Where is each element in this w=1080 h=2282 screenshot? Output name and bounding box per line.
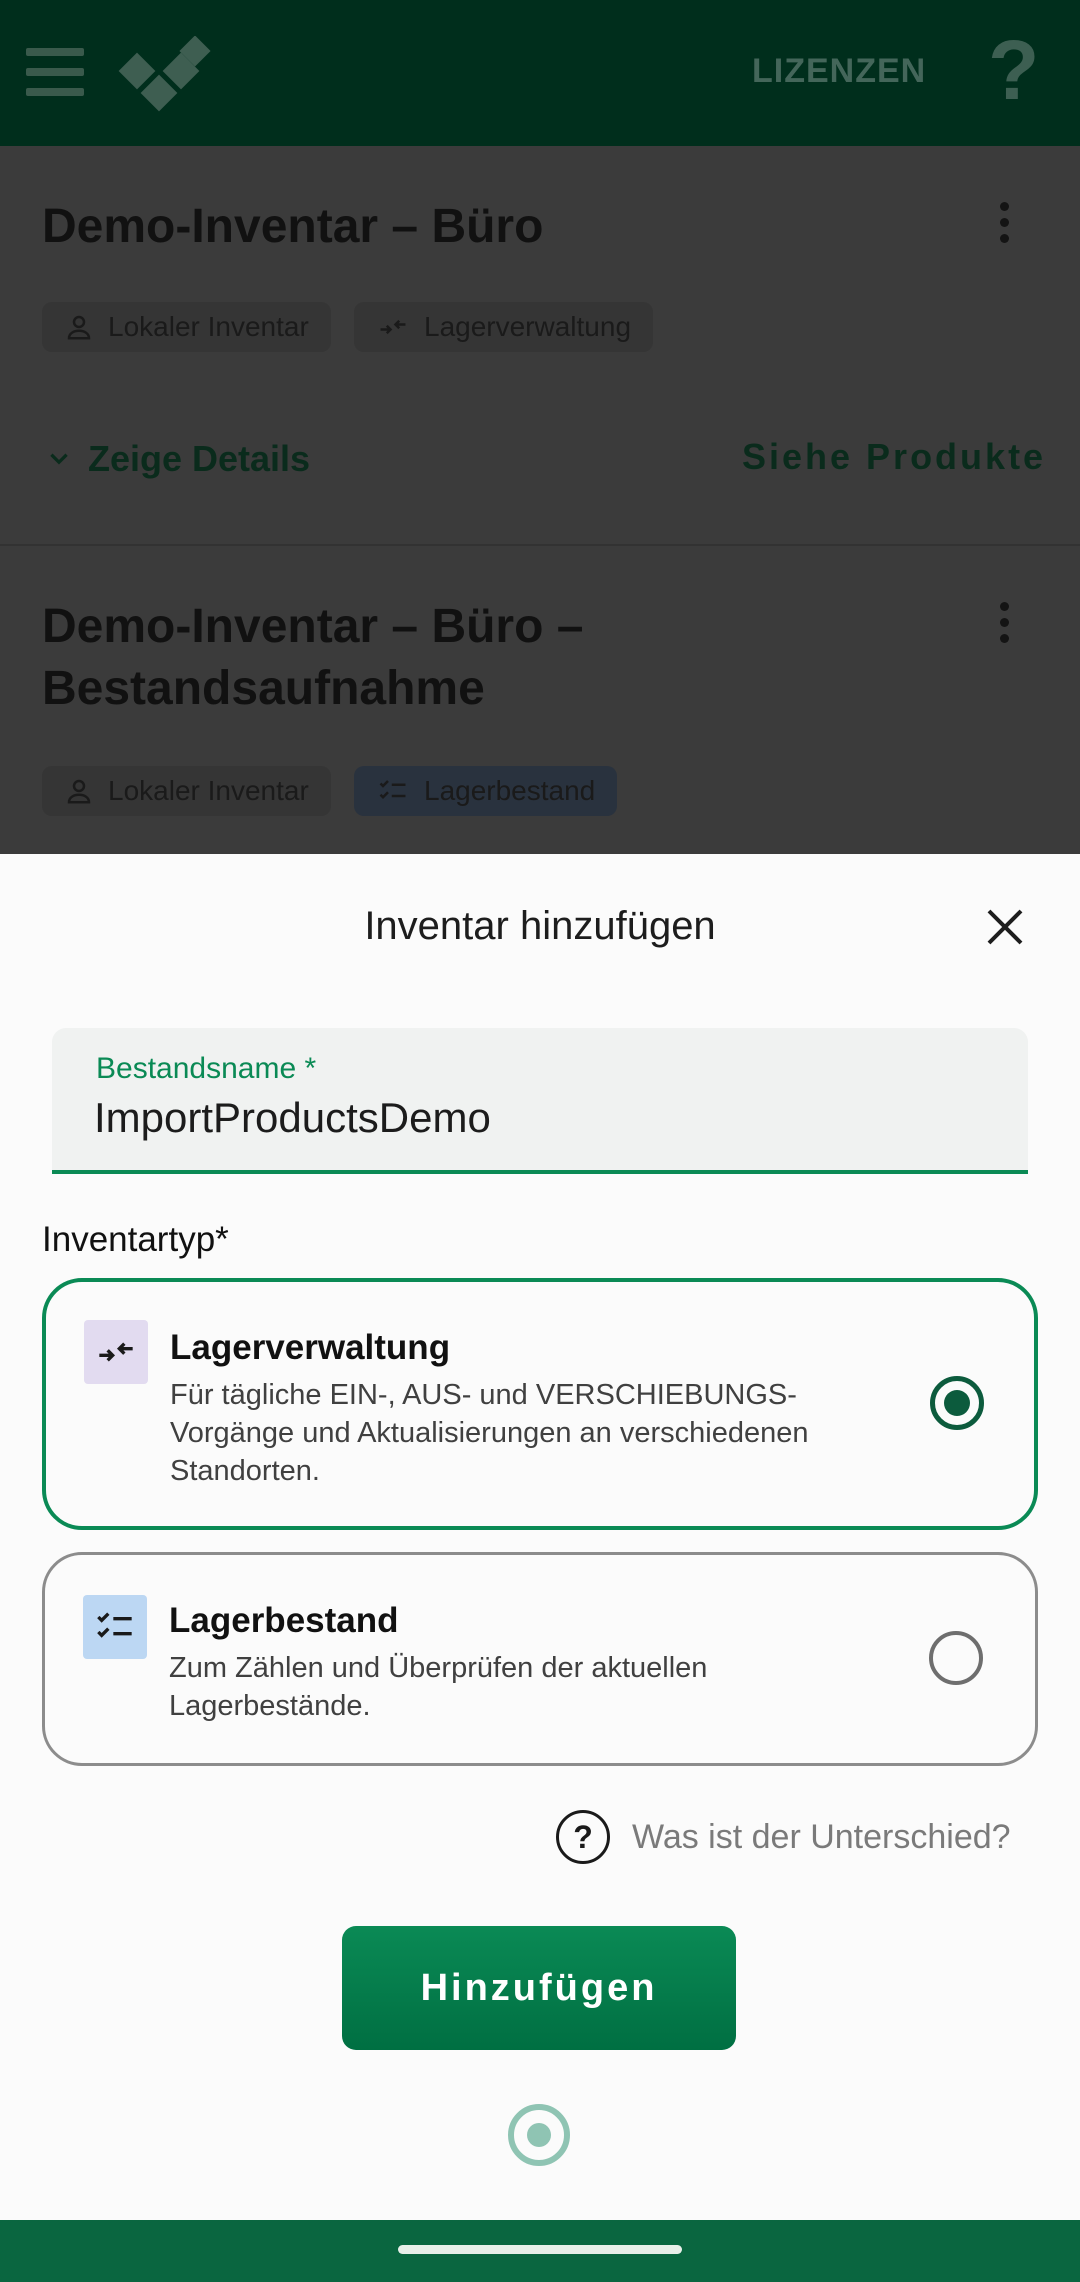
option-title: Lagerbestand — [169, 1601, 399, 1640]
difference-link[interactable]: ? Was ist der Unterschied? — [556, 1810, 1011, 1864]
home-gesture-bar[interactable] — [398, 2245, 682, 2254]
chip-label: Lagerbestand — [424, 775, 596, 806]
loading-indicator-icon — [508, 2104, 570, 2166]
inventory-type-label: Inventartyp* — [42, 1220, 229, 1259]
inventory-title: Demo-Inventar – Büro – — [42, 600, 584, 653]
add-button[interactable]: Hinzufügen — [342, 1926, 736, 2050]
inventory-chip: Lagerbestand — [354, 766, 618, 816]
app-bar: LIZENZEN ? — [0, 0, 1080, 146]
option-title: Lagerverwaltung — [170, 1328, 451, 1367]
inventory-name-field[interactable]: Bestandsname * — [52, 1028, 1028, 1174]
see-products-button[interactable]: Siehe Produkte — [742, 436, 1046, 478]
chip-label: Lokaler Inventar — [108, 775, 309, 806]
show-details-button[interactable]: Zeige Details — [46, 438, 310, 480]
licenses-button[interactable]: LIZENZEN — [752, 52, 926, 91]
help-icon[interactable]: ? — [988, 28, 1039, 112]
chevron-down-icon — [50, 453, 68, 465]
option-description: Für tägliche EIN-, AUS- und VERSCHIEBUNG… — [170, 1379, 809, 1487]
inventory-chip: Lokaler Inventar — [42, 302, 331, 352]
chip-label: Lokaler Inventar — [108, 311, 309, 342]
inventory-name-input[interactable] — [94, 1094, 974, 1142]
option-lagerbestand[interactable]: Lagerbestand Zum Zählen und Überprüfen d… — [42, 1552, 1038, 1766]
radio-selected[interactable] — [930, 1376, 984, 1430]
person-icon — [67, 315, 91, 340]
checklist-icon — [379, 780, 406, 800]
person-icon — [67, 779, 91, 804]
transfer-icon — [380, 319, 406, 335]
option-lagerverwaltung[interactable]: Lagerverwaltung Für tägliche EIN-, AUS- … — [42, 1278, 1038, 1530]
inventory-chip: Lagerverwaltung — [354, 302, 654, 352]
radio-unselected[interactable] — [929, 1631, 983, 1685]
inventory-chip: Lokaler Inventar — [42, 766, 331, 816]
more-vert-icon[interactable] — [996, 202, 1012, 250]
dialog-title: Inventar hinzufügen — [364, 904, 716, 948]
transfer-icon — [84, 1320, 148, 1384]
help-circle-icon: ? — [556, 1810, 610, 1864]
option-description: Zum Zählen und Überprüfen der aktuellen … — [169, 1652, 708, 1722]
checklist-icon — [83, 1595, 147, 1659]
close-icon[interactable] — [984, 906, 1026, 948]
inventory-title-line2: Bestandsaufnahme — [42, 662, 485, 715]
app-logo-icon — [118, 36, 211, 112]
add-inventory-sheet: Inventar hinzufügen Bestandsname * Inven… — [0, 854, 1080, 2220]
show-details-label: Zeige Details — [88, 438, 311, 479]
menu-icon[interactable] — [26, 48, 84, 96]
card-divider — [0, 544, 1080, 546]
inventory-name-label: Bestandsname * — [96, 1052, 317, 1085]
chip-label: Lagerverwaltung — [424, 311, 632, 342]
more-vert-icon[interactable] — [996, 602, 1012, 650]
inventory-title: Demo-Inventar – Büro — [42, 200, 544, 253]
difference-label: Was ist der Unterschied? — [632, 1817, 1011, 1856]
